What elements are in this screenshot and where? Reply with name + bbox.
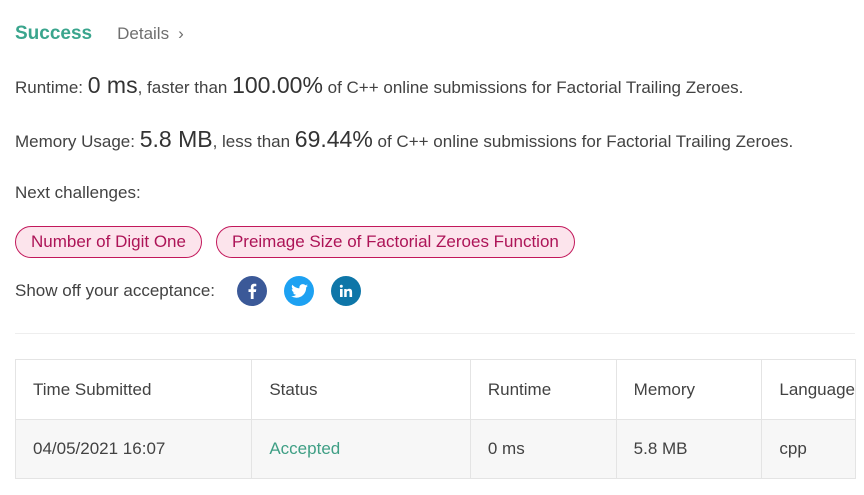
cell-language: cpp	[761, 419, 856, 479]
linkedin-share-button[interactable]	[331, 276, 362, 306]
success-status: Success	[15, 23, 93, 44]
section-divider	[15, 333, 855, 334]
chevron-right-icon: ›	[178, 24, 184, 43]
twitter-share-button[interactable]	[284, 276, 315, 306]
memory-label: Memory Usage:	[15, 132, 140, 151]
runtime-suffix: of C++ online submissions for Factorial …	[322, 78, 744, 97]
table-row: 04/05/2021 16:07 Accepted 0 ms 5.8 MB cp…	[14, 419, 856, 479]
table-header-row: Time Submitted Status Runtime Memory Lan…	[14, 359, 856, 420]
column-header-memory[interactable]: Memory	[615, 359, 763, 420]
submissions-table: Time Submitted Status Runtime Memory Lan…	[14, 359, 856, 479]
runtime-stat: Runtime: 0 ms, faster than 100.00% of C+…	[15, 72, 743, 99]
runtime-percent: 100.00%	[232, 72, 323, 98]
next-challenges-list: Number of Digit One Preimage Size of Fac…	[15, 226, 575, 258]
cell-time-submitted: 04/05/2021 16:07	[14, 419, 253, 479]
column-header-status[interactable]: Status	[251, 359, 471, 420]
facebook-icon	[248, 283, 257, 299]
twitter-icon	[290, 284, 308, 298]
column-header-time-submitted[interactable]: Time Submitted	[14, 359, 253, 420]
details-label: Details	[117, 24, 170, 43]
memory-suffix: of C++ online submissions for Factorial …	[372, 132, 794, 151]
challenge-number-of-digit-one[interactable]: Number of Digit One	[15, 226, 202, 258]
facebook-share-button[interactable]	[237, 276, 268, 306]
details-link[interactable]: Details ›	[117, 24, 184, 44]
share-section: Show off your acceptance:	[15, 276, 362, 306]
share-label: Show off your acceptance:	[15, 281, 216, 300]
cell-runtime: 0 ms	[469, 419, 617, 479]
column-header-runtime[interactable]: Runtime	[469, 359, 617, 420]
social-buttons	[237, 276, 362, 306]
memory-value: 5.8 MB	[139, 126, 213, 152]
linkedin-icon	[339, 284, 353, 297]
challenge-preimage-size-factorial-zeroes[interactable]: Preimage Size of Factorial Zeroes Functi…	[215, 226, 575, 258]
cell-memory: 5.8 MB	[615, 419, 763, 479]
result-header: Success Details ›	[15, 20, 184, 48]
cell-status-accepted[interactable]: Accepted	[251, 419, 471, 479]
memory-stat: Memory Usage: 5.8 MB, less than 69.44% o…	[15, 126, 793, 153]
runtime-value: 0 ms	[87, 72, 138, 98]
runtime-comparison: , faster than	[137, 78, 233, 97]
memory-percent: 69.44%	[294, 126, 373, 152]
column-header-language[interactable]: Language	[761, 359, 856, 420]
next-challenges-label: Next challenges:	[15, 183, 141, 202]
runtime-label: Runtime:	[15, 78, 88, 97]
memory-comparison: , less than	[212, 132, 295, 151]
